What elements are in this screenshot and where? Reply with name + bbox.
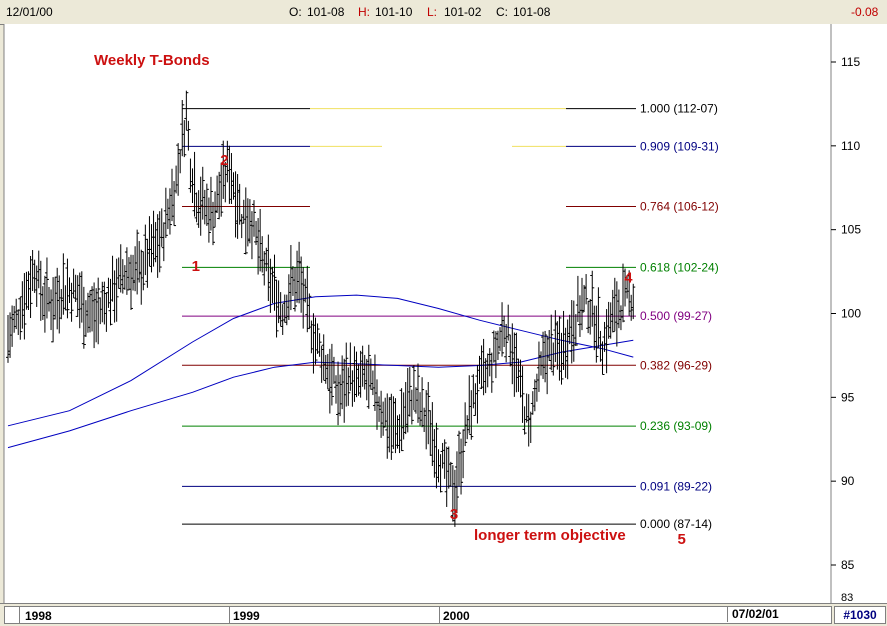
y-tick-label: 110 xyxy=(841,139,860,153)
year-separator xyxy=(19,607,20,623)
y-tick-label: 90 xyxy=(841,474,855,488)
fib-level-label: 0.618 (102-24) xyxy=(640,260,719,274)
year-separator xyxy=(439,607,440,623)
change-value: -0.08 xyxy=(851,5,879,19)
fib-level-label: 1.000 (112-07) xyxy=(640,102,718,116)
fib-level-label: 0.764 (106-12) xyxy=(640,200,719,214)
fib-level-label: 0.236 (93-09) xyxy=(640,419,712,433)
open-value: 101-08 xyxy=(307,5,345,19)
fib-level-label: 0.000 (87-14) xyxy=(640,517,712,531)
open-label: O: xyxy=(289,5,302,19)
fib-level-label: 0.909 (109-31) xyxy=(640,139,719,153)
chart-id: #1030 xyxy=(834,606,886,624)
wave-label: 4 xyxy=(624,270,633,287)
close-label: C: xyxy=(496,5,508,19)
fib-level-label: 0.091 (89-22) xyxy=(640,479,712,493)
high-label: H: xyxy=(358,5,370,19)
time-axis-bar: 1998 1999 2000 07/02/01 #1030 xyxy=(0,603,887,626)
y-tick-label: 95 xyxy=(841,390,855,404)
y-tick-label: 115 xyxy=(841,55,860,69)
wave-label: 5 xyxy=(677,531,685,548)
fib-level-label: 0.382 (96-29) xyxy=(640,358,712,372)
y-tick-label-partial: 83 xyxy=(841,592,853,603)
year-label-1999: 1999 xyxy=(233,609,260,623)
quote-header: 12/01/00 O: 101-08 H: 101-10 L: 101-02 C… xyxy=(0,0,887,25)
time-axis[interactable]: 1998 1999 2000 07/02/01 xyxy=(4,606,832,624)
end-date: 07/02/01 xyxy=(727,607,790,622)
low-label: L: xyxy=(427,5,438,19)
wave-label: 2 xyxy=(220,152,228,169)
price-chart[interactable]: 1.000 (112-07) 0.909 (109-31) 0.764 (106-1… xyxy=(0,24,887,603)
year-separator xyxy=(229,607,230,623)
year-label-2000: 2000 xyxy=(443,609,470,623)
wave-label: 1 xyxy=(192,258,200,275)
y-tick-label: 105 xyxy=(841,223,861,237)
annotation-text: longer term objective xyxy=(474,527,626,544)
y-tick-label: 85 xyxy=(841,558,855,572)
wave-label: 3 xyxy=(450,506,458,523)
fib-level-label: 0.500 (99-27) xyxy=(640,309,712,323)
high-value: 101-10 xyxy=(375,5,413,19)
chart-title: Weekly T-Bonds xyxy=(94,52,210,69)
low-value: 101-02 xyxy=(444,5,482,19)
y-tick-label: 100 xyxy=(841,307,861,321)
close-value: 101-08 xyxy=(513,5,551,19)
year-label-1998: 1998 xyxy=(25,609,52,623)
quote-date: 12/01/00 xyxy=(6,5,53,19)
